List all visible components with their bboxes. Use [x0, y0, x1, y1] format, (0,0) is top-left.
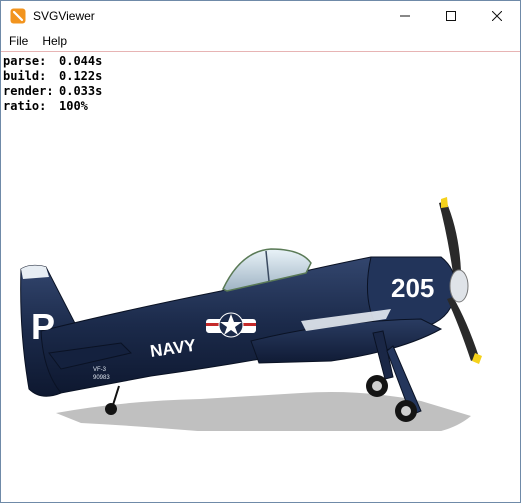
stat-row-render: render: 0.033s: [3, 84, 102, 99]
serial-top: VF-3: [93, 367, 107, 373]
window-controls: [382, 1, 520, 31]
airplane-illustration: P NAVY 205 VF-3 90983: [20, 197, 482, 431]
menu-help[interactable]: Help: [36, 31, 73, 51]
serial-bottom: 90983: [93, 375, 110, 381]
stat-row-build: build: 0.122s: [3, 69, 102, 84]
menu-file[interactable]: File: [3, 31, 34, 51]
stat-value: 0.033s: [59, 84, 103, 98]
svgviewer-app-icon: [10, 8, 26, 24]
tail-tip: [21, 265, 49, 279]
stat-value: 0.122s: [59, 69, 103, 83]
title-bar[interactable]: SVGViewer: [1, 1, 520, 31]
stat-value: 100%: [59, 99, 88, 113]
minimize-icon: [400, 15, 410, 17]
window-title: SVGViewer: [33, 9, 95, 23]
app-window: SVGViewer File Help parse: 0.044s build:…: [0, 0, 521, 503]
stat-label: render:: [3, 84, 54, 98]
close-button[interactable]: [474, 1, 520, 31]
close-icon: [492, 11, 502, 21]
tail-letter: P: [31, 306, 55, 347]
maximize-button[interactable]: [428, 1, 474, 31]
tail-wheel: [105, 403, 117, 415]
render-stats: parse: 0.044s build: 0.122s render: 0.03…: [3, 54, 102, 114]
menu-bar: File Help: [1, 31, 520, 51]
maximize-icon: [446, 11, 456, 21]
minimize-button[interactable]: [382, 1, 428, 31]
stat-label: build:: [3, 69, 47, 83]
cowl-number: 205: [391, 273, 434, 303]
stat-label: ratio:: [3, 99, 47, 113]
stat-value: 0.044s: [59, 54, 103, 68]
stat-row-parse: parse: 0.044s: [3, 54, 102, 69]
stat-row-ratio: ratio: 100%: [3, 99, 102, 114]
stat-label: parse:: [3, 54, 47, 68]
